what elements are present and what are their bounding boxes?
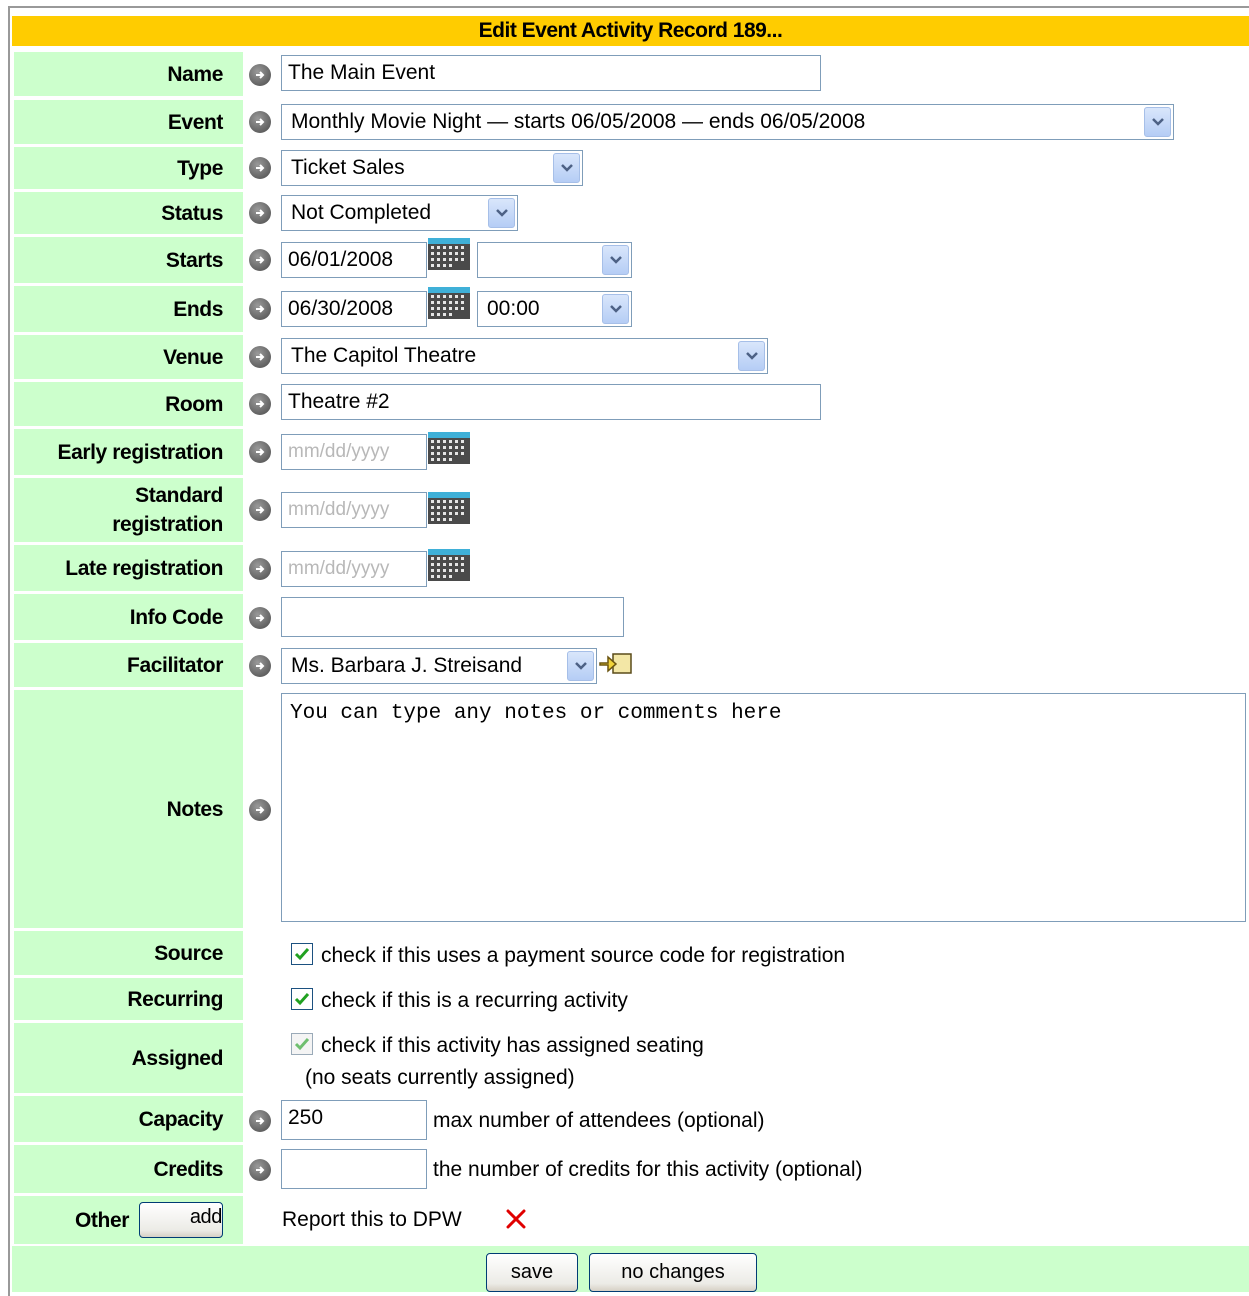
notes-textarea[interactable]: You can type any notes or comments here xyxy=(281,693,1246,922)
label-standard-registration: Standard registration xyxy=(14,478,243,542)
label-facilitator: Facilitator xyxy=(14,643,243,687)
facilitator-select[interactable]: Ms. Barbara J. Streisand xyxy=(281,648,597,684)
other-item-label: Report this to DPW xyxy=(282,1208,462,1231)
chevron-down-icon xyxy=(1144,107,1171,137)
capacity-hint: max number of attendees (optional) xyxy=(433,1109,765,1132)
chevron-down-icon xyxy=(602,294,629,324)
recurring-checkbox-label: check if this is a recurring activity xyxy=(321,989,628,1012)
starts-date-input[interactable]: 06/01/2008 xyxy=(281,242,427,278)
chevron-down-icon xyxy=(738,341,765,371)
capacity-input[interactable]: 250 xyxy=(281,1100,427,1140)
arrow-right-icon[interactable] xyxy=(249,157,271,179)
chevron-down-icon xyxy=(488,198,515,228)
name-input[interactable]: The Main Event xyxy=(281,55,821,91)
chevron-down-icon xyxy=(567,651,594,681)
remove-icon[interactable] xyxy=(504,1207,528,1231)
label-late-registration: Late registration xyxy=(14,545,243,591)
calendar-icon[interactable] xyxy=(428,432,470,464)
arrow-right-icon[interactable] xyxy=(249,607,271,629)
source-checkbox-label: check if this uses a payment source code… xyxy=(321,944,846,967)
late-registration-input[interactable]: mm/dd/yyyy xyxy=(281,551,427,587)
calendar-icon[interactable] xyxy=(428,492,470,524)
arrow-right-icon[interactable] xyxy=(249,499,271,521)
event-select[interactable]: Monthly Movie Night — starts 06/05/2008 … xyxy=(281,104,1174,140)
assigned-seating-note: (no seats currently assigned) xyxy=(305,1066,575,1089)
assigned-checkbox-label: check if this activity has assigned seat… xyxy=(321,1034,704,1057)
room-input[interactable]: Theatre #2 xyxy=(281,384,821,420)
status-select[interactable]: Not Completed xyxy=(281,195,518,231)
checkmark-icon xyxy=(294,948,310,961)
early-registration-input[interactable]: mm/dd/yyyy xyxy=(281,434,427,470)
label-capacity: Capacity xyxy=(14,1096,243,1142)
source-checkbox[interactable] xyxy=(291,943,313,965)
label-early-registration: Early registration xyxy=(14,429,243,475)
venue-select[interactable]: The Capitol Theatre xyxy=(281,338,768,374)
label-starts: Starts xyxy=(14,237,243,283)
arrow-right-icon[interactable] xyxy=(249,558,271,580)
assigned-checkbox[interactable] xyxy=(291,1033,313,1055)
form-title: Edit Event Activity Record 189... xyxy=(12,16,1249,46)
label-recurring: Recurring xyxy=(14,978,243,1020)
add-other-button[interactable]: add xyxy=(139,1202,223,1238)
label-type: Type xyxy=(14,147,243,189)
type-select[interactable]: Ticket Sales xyxy=(281,150,583,186)
arrow-right-icon[interactable] xyxy=(249,202,271,224)
standard-registration-input[interactable]: mm/dd/yyyy xyxy=(281,492,427,528)
label-assigned: Assigned xyxy=(14,1023,243,1093)
lookup-icon[interactable] xyxy=(599,651,633,677)
calendar-icon[interactable] xyxy=(428,238,470,270)
chevron-down-icon xyxy=(602,245,629,275)
chevron-down-icon xyxy=(553,153,580,183)
arrow-right-icon[interactable] xyxy=(249,799,271,821)
no-changes-button[interactable]: no changes xyxy=(589,1253,757,1292)
label-event: Event xyxy=(14,100,243,144)
credits-input[interactable] xyxy=(281,1149,427,1189)
arrow-right-icon[interactable] xyxy=(249,655,271,677)
arrow-right-icon[interactable] xyxy=(249,1110,271,1132)
arrow-right-icon[interactable] xyxy=(249,346,271,368)
label-source: Source xyxy=(14,931,243,975)
label-ends: Ends xyxy=(14,286,243,332)
arrow-right-icon[interactable] xyxy=(249,298,271,320)
arrow-right-icon[interactable] xyxy=(249,441,271,463)
arrow-right-icon[interactable] xyxy=(249,64,271,86)
arrow-right-icon[interactable] xyxy=(249,1159,271,1181)
credits-hint: the number of credits for this activity … xyxy=(433,1158,863,1181)
info-code-input[interactable] xyxy=(281,597,624,637)
arrow-right-icon[interactable] xyxy=(249,393,271,415)
save-button[interactable]: save xyxy=(486,1253,578,1292)
arrow-right-icon[interactable] xyxy=(249,111,271,133)
label-credits: Credits xyxy=(14,1145,243,1193)
checkmark-icon xyxy=(294,1038,310,1051)
label-info-code: Info Code xyxy=(14,594,243,640)
ends-date-input[interactable]: 06/30/2008 xyxy=(281,291,427,327)
label-name: Name xyxy=(14,52,243,96)
calendar-icon[interactable] xyxy=(428,549,470,581)
label-room: Room xyxy=(14,382,243,426)
calendar-icon[interactable] xyxy=(428,287,470,319)
arrow-right-icon[interactable] xyxy=(249,249,271,271)
label-status: Status xyxy=(14,192,243,234)
starts-time-select[interactable] xyxy=(477,242,632,278)
checkmark-icon xyxy=(294,993,310,1006)
recurring-checkbox[interactable] xyxy=(291,988,313,1010)
label-other: Other add xyxy=(14,1196,243,1244)
ends-time-select[interactable]: 00:00 xyxy=(477,291,632,327)
label-venue: Venue xyxy=(14,335,243,379)
label-notes: Notes xyxy=(14,690,243,928)
